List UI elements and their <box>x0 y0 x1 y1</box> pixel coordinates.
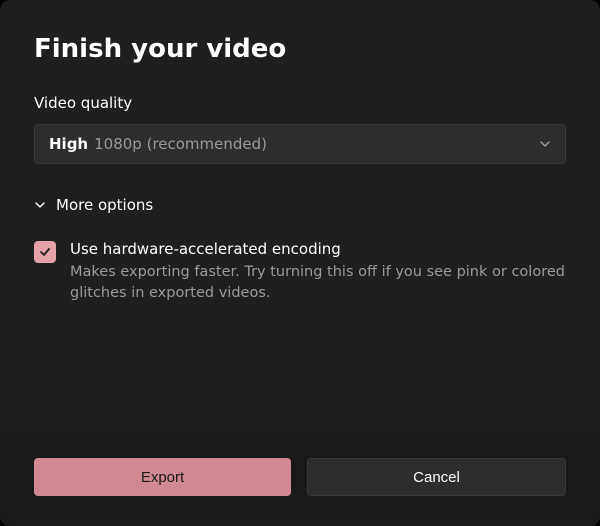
dialog-content: Finish your video Video quality High 108… <box>0 0 600 432</box>
hw-encoding-checkbox[interactable] <box>34 241 56 263</box>
video-quality-label: Video quality <box>34 94 566 112</box>
more-options-label: More options <box>56 196 153 214</box>
video-quality-rest: 1080p (recommended) <box>94 135 267 153</box>
hw-encoding-option: Use hardware-accelerated encoding Makes … <box>34 240 566 304</box>
export-button[interactable]: Export <box>34 458 291 496</box>
chevron-down-icon <box>539 138 551 150</box>
chevron-down-icon <box>34 199 46 211</box>
check-icon <box>38 245 52 259</box>
hw-encoding-title: Use hardware-accelerated encoding <box>70 240 566 258</box>
hw-encoding-text: Use hardware-accelerated encoding Makes … <box>70 240 566 304</box>
more-options-expander[interactable]: More options <box>34 196 566 214</box>
dialog-title: Finish your video <box>34 34 566 64</box>
finish-video-dialog: Finish your video Video quality High 108… <box>0 0 600 526</box>
video-quality-dropdown[interactable]: High 1080p (recommended) <box>34 124 566 164</box>
hw-encoding-desc: Makes exporting faster. Try turning this… <box>70 262 566 304</box>
video-quality-high: High <box>49 135 88 153</box>
cancel-button[interactable]: Cancel <box>307 458 566 496</box>
dialog-footer: Export Cancel <box>0 432 600 526</box>
